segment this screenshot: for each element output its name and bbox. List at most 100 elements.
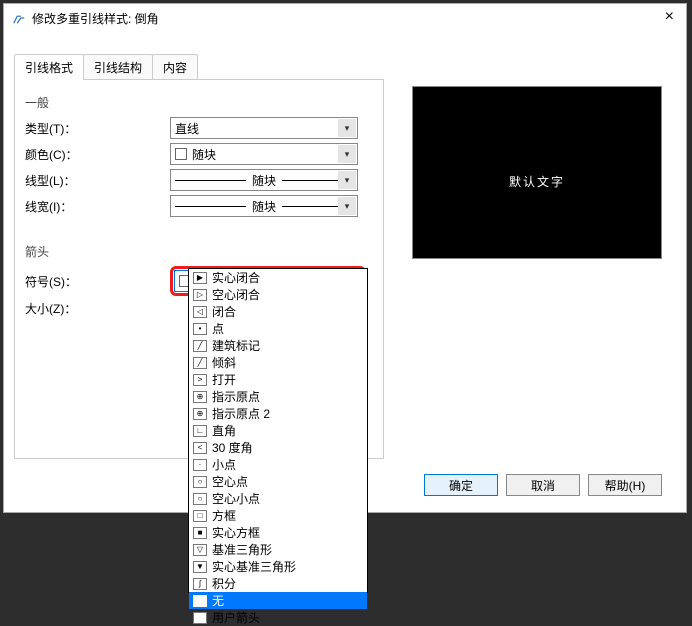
help-button[interactable]: 帮助(H) [588,474,662,496]
dropdown-item-label: 打开 [212,371,236,388]
preview-pane: 默认文字 [412,86,662,259]
dropdown-item[interactable]: •点 [189,320,367,337]
type-value: 直线 [175,120,199,137]
lineweight-preview-icon: 随块 [175,198,353,215]
chevron-down-icon: ▾ [338,145,356,163]
dropdown-item[interactable]: ╱ 建筑标记 [189,337,367,354]
arrowhead-icon: > [193,374,207,386]
tab-leader-structure[interactable]: 引线结构 [83,54,153,80]
arrowhead-icon: ▼ [193,561,207,573]
color-value: 随块 [192,146,216,163]
titlebar: 修改多重引线样式: 倒角 × [4,4,686,32]
dropdown-item-label: 点 [212,320,224,337]
arrowhead-icon: □ [193,510,207,522]
dropdown-item-label: 方框 [212,507,236,524]
arrowhead-icon: ⊕ [193,408,207,420]
dropdown-item[interactable]: > 打开 [189,371,367,388]
preview-text: 默认文字 [509,149,565,197]
row-type: 类型(T)： 直线 ▾ [25,117,373,139]
dropdown-item-label: 积分 [212,575,236,592]
arrowhead-icon: ◁ [193,306,207,318]
dropdown-item-label: 倾斜 [212,354,236,371]
row-color: 颜色(C)： 随块 ▾ [25,143,373,165]
dropdown-item[interactable]: ╱ 倾斜 [189,354,367,371]
dropdown-item-label: 实心闭合 [212,269,260,286]
dropdown-item[interactable]: ▼ 实心基准三角形 [189,558,367,575]
dropdown-item[interactable]: ○ 空心点 [189,473,367,490]
arrowhead-icon: ⊕ [193,391,207,403]
dropdown-item[interactable]: 用户箭头 [189,609,367,626]
dropdown-item[interactable]: ⊕ 指示原点 2 [189,405,367,422]
linetype-dropdown[interactable]: 随块 ▾ [170,169,358,191]
dropdown-item-label: 建筑标记 [212,337,260,354]
tab-content[interactable]: 内容 [152,54,198,80]
arrowhead-icon: ╱ [193,357,207,369]
dropdown-item-label: 指示原点 [212,388,260,405]
label-size: 大小(Z)： [25,300,170,317]
arrowhead-icon: ∟ [193,425,207,437]
dropdown-item[interactable]: ○空心小点 [189,490,367,507]
dropdown-item[interactable]: ▶ 实心闭合 [189,269,367,286]
dropdown-item-label: 基准三角形 [212,541,272,558]
arrowhead-icon: < [193,442,207,454]
dropdown-item-label: 直角 [212,422,236,439]
arrowhead-icon: ∫ [193,578,207,590]
dropdown-item[interactable]: ▽ 基准三角形 [189,541,367,558]
chevron-down-icon: ▾ [338,119,356,137]
close-button[interactable]: × [665,8,674,26]
arrowhead-icon [193,612,207,624]
label-lineweight: 线宽(I)： [25,198,170,215]
group-general-label: 一般 [25,94,373,111]
dropdown-item-label: 实心方框 [212,524,260,541]
chevron-down-icon: ▾ [338,171,356,189]
color-swatch-icon [175,148,187,160]
dropdown-item-label: 用户箭头 [212,609,260,626]
symbol-dropdown-list[interactable]: ▶实心闭合▷空心闭合◁闭合•点╱建筑标记╱倾斜>打开⊕指示原点⊕指示原点 2∟直… [188,268,368,593]
row-linetype: 线型(L)： 随块 ▾ [25,169,373,191]
window-title: 修改多重引线样式: 倒角 [32,10,678,27]
group-arrow-label: 箭头 [25,243,373,260]
cancel-button[interactable]: 取消 [506,474,580,496]
dropdown-item-label: 无 [212,592,224,609]
arrowhead-icon [193,595,207,607]
dropdown-item-label: 小点 [212,456,236,473]
dropdown-item[interactable]: ∫ 积分 [189,575,367,592]
ok-button[interactable]: 确定 [424,474,498,496]
dropdown-item-label: 空心点 [212,473,248,490]
dropdown-item-label: 指示原点 2 [212,405,270,422]
dropdown-item[interactable]: <30 度角 [189,439,367,456]
dropdown-item[interactable]: 无 [189,592,367,609]
arrowhead-icon: ○ [193,476,207,488]
arrowhead-icon: ▽ [193,544,207,556]
dropdown-item[interactable]: ■实心方框 [189,524,367,541]
tab-bar: 引线格式 引线结构 内容 [14,54,676,80]
arrowhead-icon: ▶ [193,272,207,284]
dropdown-item-label: 实心基准三角形 [212,558,296,575]
dropdown-item[interactable]: □ 方框 [189,507,367,524]
arrowhead-icon: • [193,323,207,335]
chevron-down-icon: ▾ [338,197,356,215]
label-color: 颜色(C)： [25,146,170,163]
dialog-buttons: 确定 取消 帮助(H) [424,474,662,496]
dropdown-item[interactable]: ⊕ 指示原点 [189,388,367,405]
dropdown-item[interactable]: ∟ 直角 [189,422,367,439]
color-dropdown[interactable]: 随块 ▾ [170,143,358,165]
label-linetype: 线型(L)： [25,172,170,189]
label-symbol: 符号(S)： [25,273,170,290]
tab-leader-format[interactable]: 引线格式 [14,54,84,80]
dropdown-item[interactable]: ▷ 空心闭合 [189,286,367,303]
dropdown-item-label: 30 度角 [212,439,253,456]
arrowhead-icon: · [193,459,207,471]
dropdown-item[interactable]: ◁ 闭合 [189,303,367,320]
dropdown-item-label: 闭合 [212,303,236,320]
lineweight-dropdown[interactable]: 随块 ▾ [170,195,358,217]
arrowhead-icon: ▷ [193,289,207,301]
type-dropdown[interactable]: 直线 ▾ [170,117,358,139]
app-icon [12,11,26,25]
arrowhead-icon: ╱ [193,340,207,352]
linetype-preview-icon: 随块 [175,172,353,189]
dropdown-item[interactable]: · 小点 [189,456,367,473]
dropdown-item-label: 空心小点 [212,490,260,507]
dropdown-item-label: 空心闭合 [212,286,260,303]
row-lineweight: 线宽(I)： 随块 ▾ [25,195,373,217]
